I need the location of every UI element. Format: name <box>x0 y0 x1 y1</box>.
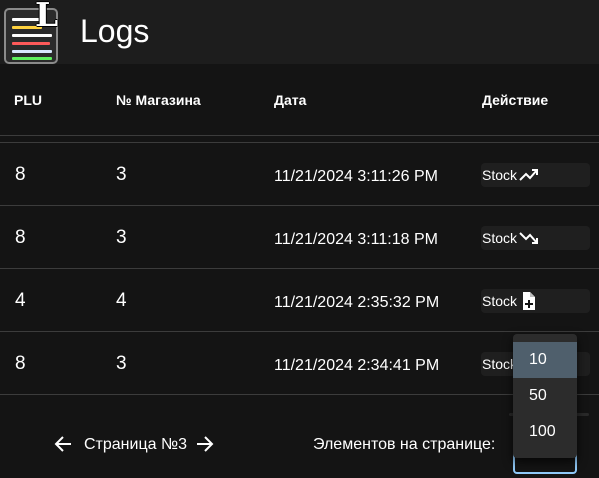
logs-logo-icon: L <box>2 0 58 64</box>
table-row: 4 4 11/21/2024 2:35:32 PM Stock <box>0 269 599 332</box>
column-header-store[interactable]: № Магазина <box>116 92 201 108</box>
arrow-right-icon[interactable] <box>195 434 215 454</box>
action-label: Stock <box>482 356 518 372</box>
items-per-page-label: Элементов на странице: <box>313 436 496 453</box>
cell-date: 11/21/2024 2:34:41 PM <box>274 357 440 374</box>
trending-up-icon <box>519 169 539 181</box>
logo-letter: L <box>35 0 59 34</box>
table-row: 8 3 11/21/2024 3:11:26 PM Stock <box>0 143 599 206</box>
cell-plu: 8 <box>15 353 26 374</box>
cell-plu: 8 <box>15 164 26 185</box>
action-label: Stock <box>482 167 518 183</box>
column-header-plu[interactable]: PLU <box>14 92 42 108</box>
action-chip[interactable]: Stock <box>481 226 590 250</box>
cell-store: 3 <box>116 227 127 248</box>
action-chip[interactable]: Stock <box>481 289 590 313</box>
menu-option-10[interactable]: 10 <box>513 342 577 378</box>
trending-down-icon <box>519 232 539 244</box>
table-row: 8 3 11/21/2024 2:34:41 PM Stock <box>0 332 599 395</box>
file-add-icon <box>523 292 536 310</box>
cell-store: 3 <box>116 353 127 374</box>
column-header-date[interactable]: Дата <box>274 92 306 108</box>
cell-date: 11/21/2024 2:35:32 PM <box>274 294 440 311</box>
logo-line-white-2 <box>12 34 52 37</box>
items-per-page-menu: 10 50 100 <box>513 334 577 458</box>
cell-plu: 4 <box>15 290 26 311</box>
cell-date: 11/21/2024 3:11:18 PM <box>274 231 438 248</box>
pagination-bar: Страница №3 Элементов на странице: <box>0 395 599 478</box>
page-title: Logs <box>80 13 150 49</box>
logo-line-green <box>12 57 52 60</box>
arrow-left-icon[interactable] <box>53 434 73 454</box>
menu-option-50[interactable]: 50 <box>513 378 577 414</box>
table-header: PLU № Магазина Дата Действие <box>0 64 599 136</box>
cell-store: 3 <box>116 164 127 185</box>
menu-option-100[interactable]: 100 <box>513 414 577 450</box>
column-header-action[interactable]: Действие <box>482 92 548 108</box>
cell-plu: 8 <box>15 227 26 248</box>
page-indicator: Страница №3 <box>84 436 188 453</box>
action-label: Stock <box>482 230 518 246</box>
logo-line-blue <box>12 50 52 53</box>
logo-line-red <box>12 42 50 45</box>
table-row: 8 3 11/21/2024 3:11:18 PM Stock <box>0 206 599 269</box>
action-chip[interactable]: Stock <box>481 163 590 187</box>
app-bar: L Logs <box>0 0 599 64</box>
action-label: Stock <box>482 293 518 309</box>
cell-date: 11/21/2024 3:11:26 PM <box>274 168 438 185</box>
cell-store: 4 <box>116 290 127 311</box>
